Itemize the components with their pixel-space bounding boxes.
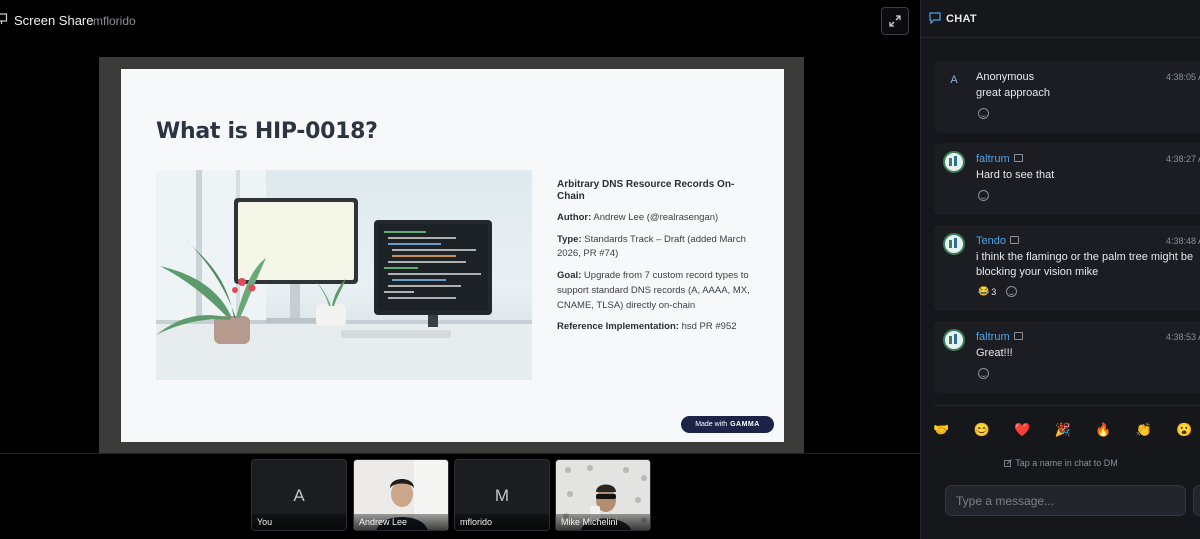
author-name: faltrum — [976, 153, 1010, 165]
message-time: 4:38:48 AM — [1166, 236, 1200, 246]
slide-illustration — [156, 170, 532, 380]
participant-name: Andrew Lee — [354, 514, 448, 530]
dm-hint: Tap a name in chat to DM — [921, 458, 1200, 468]
chat-message[interactable]: faltrum 4:38:27 AM Hard to see that — [934, 143, 1200, 215]
reference-value: hsd PR #952 — [681, 321, 737, 333]
reaction-row — [978, 190, 989, 201]
chat-title: CHAT — [946, 13, 977, 25]
emoji-party-button[interactable]: 🎉 — [1043, 422, 1084, 438]
participant-name: Mike Michelini — [556, 514, 650, 530]
message-text: Great!!! — [976, 347, 1013, 359]
quick-reaction-bar: 🤝 😊 ❤️ 🎉 🔥 👏 😮 — [921, 422, 1200, 438]
avatar: A — [950, 74, 958, 86]
reference-label: Reference Implementation: — [557, 321, 679, 333]
screen-share-icon — [0, 13, 8, 24]
emoji-handshake-button[interactable]: 🤝 — [921, 422, 962, 438]
fullscreen-button[interactable] — [881, 7, 909, 35]
dm-hint-text: Tap a name in chat to DM — [1015, 458, 1118, 468]
chat-icon — [929, 12, 941, 24]
chat-message[interactable]: faltrum 4:38:53 AM Great!!! — [934, 321, 1200, 393]
reaction-chip[interactable]: 😂 3 — [978, 286, 996, 297]
dm-icon[interactable] — [1009, 236, 1019, 244]
emoji-wow-button[interactable]: 😮 — [1164, 422, 1200, 438]
presenter-name: mflorido — [93, 14, 136, 28]
desk-illustration — [156, 170, 532, 380]
goal-label: Goal: — [557, 270, 582, 282]
avatar — [943, 233, 965, 255]
type-value: Standards Track – Draft (added March 202… — [557, 233, 746, 260]
made-with-gamma-badge[interactable]: Made with GAMMA — [681, 416, 774, 433]
screen-share-title: Screen Share — [14, 13, 94, 28]
screen-share-header: Screen Share mflorido — [0, 0, 920, 42]
author-name: Tendo — [976, 235, 1006, 247]
chat-message[interactable]: Tendo 4:38:48 AM i think the flamingo or… — [934, 225, 1200, 311]
chat-panel: CHAT A Anonymous 4:38:05 AM great approa… — [920, 0, 1200, 539]
reaction-row — [978, 108, 989, 119]
app-root: Screen Share mflorido What is HIP-0018? — [0, 0, 1200, 539]
message-text: great approach — [976, 87, 1050, 99]
avatar-logo-icon — [949, 334, 957, 344]
chat-divider — [934, 405, 1200, 406]
presentation-slide: What is HIP-0018? Arbitrary DNS Resource… — [121, 69, 784, 442]
send-button[interactable] — [1193, 485, 1200, 516]
goal-value: Upgrade from 7 custom record types to su… — [557, 270, 750, 311]
type-line: Type: Standards Track – Draft (added Mar… — [557, 233, 757, 262]
slide-title: What is HIP-0018? — [156, 119, 378, 144]
reaction-emoji: 😂 — [978, 286, 990, 296]
dm-icon[interactable] — [1013, 332, 1023, 340]
participant-tile[interactable]: A You — [251, 459, 347, 531]
emoji-clap-button[interactable]: 👏 — [1124, 422, 1165, 438]
emoji-heart-button[interactable]: ❤️ — [1002, 422, 1043, 438]
avatar — [943, 329, 965, 351]
type-label: Type: — [557, 233, 582, 245]
chat-message-input[interactable] — [945, 485, 1186, 516]
participant-strip-divider — [0, 453, 920, 454]
reaction-count: 3 — [991, 286, 997, 297]
message-author[interactable]: faltrum — [976, 153, 1023, 165]
add-reaction-icon[interactable] — [978, 190, 989, 201]
author-name: faltrum — [976, 331, 1010, 343]
participant-initial: A — [293, 486, 305, 505]
dm-icon[interactable] — [1013, 154, 1023, 162]
badge-brand: GAMMA — [730, 421, 760, 428]
participant-name: You — [252, 514, 346, 530]
message-author[interactable]: Anonymous — [976, 71, 1034, 83]
participant-name: mflorido — [455, 514, 549, 530]
reaction-row — [978, 368, 989, 379]
message-time: 4:38:05 AM — [1166, 72, 1200, 82]
add-reaction-icon[interactable] — [1006, 286, 1018, 297]
participant-initial: M — [494, 486, 510, 505]
author-label: Author: — [557, 212, 592, 223]
reaction-row: 😂 3 — [978, 286, 1018, 297]
message-text: Hard to see that — [976, 169, 1055, 181]
message-text: i think the flamingo or the palm tree mi… — [976, 251, 1194, 279]
chat-message[interactable]: A Anonymous 4:38:05 AM great approach — [934, 61, 1200, 133]
reference-line: Reference Implementation: hsd PR #952 — [557, 320, 757, 335]
slide-heading: Arbitrary DNS Resource Records On-Chain — [557, 179, 735, 202]
message-time: 4:38:53 AM — [1166, 332, 1200, 342]
author-value: Andrew Lee (@realrasengan) — [593, 212, 719, 223]
message-author[interactable]: faltrum — [976, 331, 1023, 343]
participant-tile[interactable]: Andrew Lee — [353, 459, 449, 531]
avatar-logo-icon — [949, 156, 957, 166]
author-line: Author: Andrew Lee (@realrasengan) — [557, 211, 757, 226]
goal-line: Goal: Upgrade from 7 custom record types… — [557, 269, 757, 313]
add-reaction-icon[interactable] — [978, 108, 989, 119]
badge-prefix: Made with — [695, 421, 728, 428]
expand-icon — [889, 15, 901, 27]
chat-header: CHAT — [921, 0, 1200, 38]
emoji-fire-button[interactable]: 🔥 — [1083, 422, 1124, 438]
message-time: 4:38:27 AM — [1166, 154, 1200, 164]
participant-tile[interactable]: Mike Michelini — [555, 459, 651, 531]
avatar — [943, 151, 965, 173]
emoji-smile-button[interactable]: 😊 — [962, 422, 1003, 438]
participant-tile[interactable]: M mflorido — [454, 459, 550, 531]
message-author[interactable]: Tendo — [976, 235, 1019, 247]
external-link-icon — [1004, 459, 1013, 467]
add-reaction-icon[interactable] — [978, 368, 989, 379]
slide-info-panel: Arbitrary DNS Resource Records On-Chain … — [557, 179, 757, 342]
avatar-logo-icon — [949, 238, 957, 248]
